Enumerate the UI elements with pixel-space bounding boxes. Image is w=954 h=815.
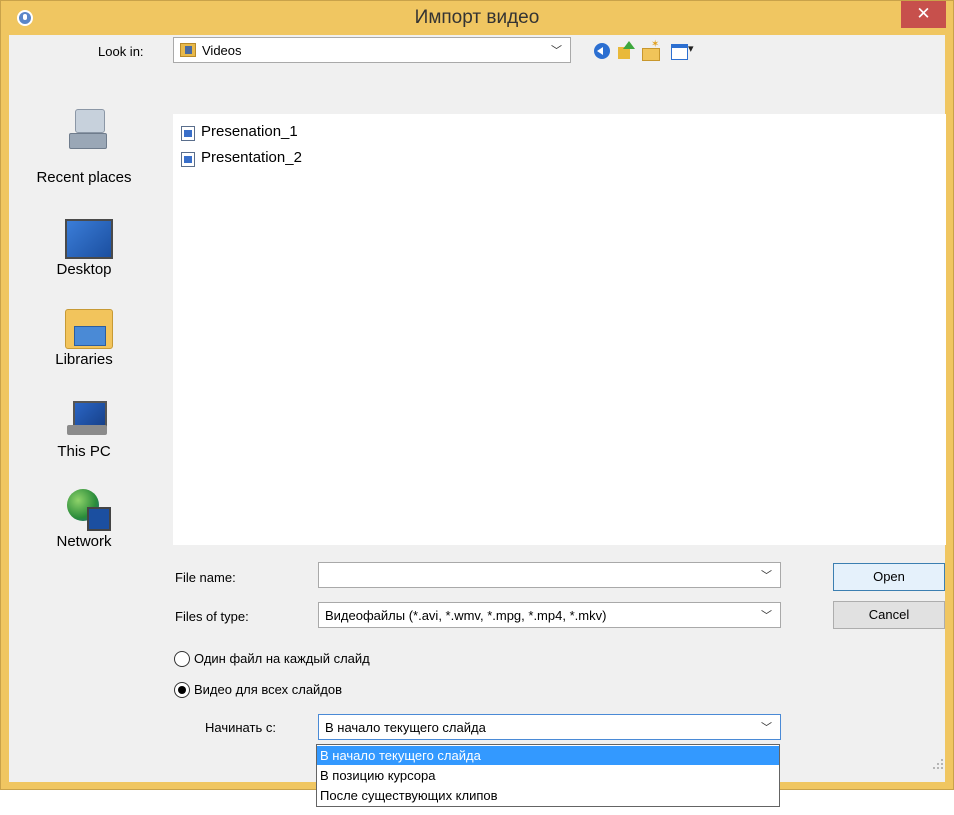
- start-from-dropdown-list[interactable]: В начало текущего слайда В позицию курсо…: [316, 744, 780, 807]
- place-label: This PC: [57, 443, 111, 460]
- start-from-value: В начало текущего слайда: [325, 720, 486, 735]
- cancel-button[interactable]: Cancel: [833, 601, 945, 629]
- option-per-slide-label: Один файл на каждый слайд: [194, 651, 370, 666]
- file-name-label: File name:: [175, 570, 236, 585]
- files-of-type-value: Видеофайлы (*.avi, *.wmv, *.mpg, *.mp4, …: [325, 608, 607, 623]
- dropdown-option[interactable]: В позицию курсора: [317, 766, 779, 785]
- start-from-select[interactable]: В начало текущего слайда ﹀: [318, 714, 781, 740]
- close-button[interactable]: ✕: [901, 1, 946, 28]
- view-menu-icon[interactable]: [669, 41, 699, 61]
- open-button[interactable]: Open: [833, 563, 945, 591]
- places-bar: Recent places Desktop Libraries This PC …: [9, 107, 159, 551]
- video-file-icon: [181, 152, 195, 167]
- radio-all-slides[interactable]: [174, 682, 190, 698]
- dropdown-option[interactable]: В начало текущего слайда: [317, 746, 779, 765]
- new-folder-icon[interactable]: [640, 39, 662, 61]
- place-recent-places[interactable]: Recent places: [9, 107, 159, 191]
- files-of-type-select[interactable]: Видеофайлы (*.avi, *.wmv, *.mpg, *.mp4, …: [318, 602, 781, 628]
- file-name: Presenation_1: [201, 123, 298, 140]
- chevron-down-icon: ﹀: [761, 609, 772, 622]
- place-label: Network: [56, 533, 112, 550]
- video-file-icon: [181, 126, 195, 141]
- file-list[interactable]: Presenation_1 Presentation_2: [173, 114, 946, 545]
- this-pc-icon: [65, 401, 109, 441]
- chevron-down-icon: ﹀: [551, 44, 562, 57]
- video-folder-icon: [180, 43, 196, 57]
- import-video-dialog: Импорт видео ✕ Look in: Videos ﹀ Recent …: [0, 0, 954, 790]
- look-in-label: Look in:: [98, 44, 144, 59]
- chevron-down-icon[interactable]: ﹀: [761, 719, 772, 735]
- radio-per-slide[interactable]: [174, 651, 190, 667]
- back-arrow-icon[interactable]: [592, 41, 614, 61]
- desktop-icon: [65, 219, 113, 259]
- chevron-down-icon[interactable]: ﹀: [761, 567, 772, 583]
- place-this-pc[interactable]: This PC: [9, 397, 159, 481]
- network-icon: [65, 489, 111, 533]
- place-label: Recent places: [36, 169, 132, 186]
- up-folder-icon[interactable]: [615, 41, 637, 61]
- libraries-icon: [65, 309, 113, 349]
- file-name-input[interactable]: ﹀: [318, 562, 781, 588]
- place-libraries[interactable]: Libraries: [9, 305, 159, 389]
- place-label: Libraries: [55, 351, 113, 368]
- title-bar[interactable]: Импорт видео ✕: [1, 1, 953, 35]
- file-name: Presentation_2: [201, 149, 302, 166]
- option-all-slides-label: Видео для всех слайдов: [194, 682, 343, 697]
- look-in-combobox[interactable]: Videos ﹀: [173, 37, 571, 63]
- look-in-value: Videos: [202, 43, 242, 58]
- start-from-label: Начинать с:: [205, 720, 276, 735]
- recent-places-icon: [65, 107, 109, 155]
- place-label: Desktop: [56, 261, 112, 278]
- place-desktop[interactable]: Desktop: [9, 215, 159, 299]
- dropdown-option[interactable]: После существующих клипов: [317, 786, 779, 805]
- dialog-title: Импорт видео: [414, 7, 540, 28]
- resize-grip[interactable]: [931, 757, 943, 769]
- place-network[interactable]: Network: [9, 487, 159, 571]
- files-of-type-label: Files of type:: [175, 609, 249, 624]
